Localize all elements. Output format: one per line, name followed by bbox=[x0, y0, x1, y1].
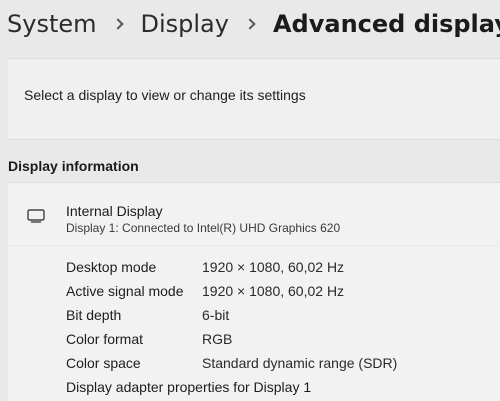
breadcrumb-display[interactable]: Display bbox=[141, 10, 229, 38]
display-adapter-properties-link[interactable]: Display adapter properties for Display 1 bbox=[66, 379, 311, 395]
detail-value: RGB bbox=[202, 331, 233, 347]
display-details-panel: Desktop mode 1920 × 1080, 60,02 Hz Activ… bbox=[8, 246, 500, 401]
detail-key: Desktop mode bbox=[66, 259, 157, 275]
display-connection-info: Display 1: Connected to Intel(R) UHD Gra… bbox=[66, 221, 341, 235]
display-info-card: Internal Display Display 1: Connected to… bbox=[8, 182, 500, 245]
chevron-right-icon bbox=[243, 16, 259, 32]
display-name: Internal Display bbox=[66, 203, 163, 219]
detail-value: 6-bit bbox=[202, 307, 230, 323]
select-display-card: Select a display to view or change its s… bbox=[8, 58, 500, 140]
detail-key: Color space bbox=[66, 355, 141, 371]
detail-value: 1920 × 1080, 60,02 Hz bbox=[202, 259, 345, 275]
detail-key: Bit depth bbox=[66, 307, 122, 323]
display-information-heading: Display information bbox=[8, 158, 139, 174]
detail-key: Color format bbox=[66, 331, 144, 347]
detail-value: Standard dynamic range (SDR) bbox=[202, 355, 398, 371]
breadcrumb: System Display Advanced display bbox=[7, 4, 500, 44]
breadcrumb-system[interactable]: System bbox=[7, 10, 97, 38]
chevron-right-icon bbox=[111, 16, 127, 32]
detail-value: 1920 × 1080, 60,02 Hz bbox=[202, 283, 345, 299]
select-display-label: Select a display to view or change its s… bbox=[24, 87, 306, 103]
page-title: Advanced display bbox=[272, 10, 500, 38]
detail-key: Active signal mode bbox=[66, 283, 184, 299]
monitor-icon bbox=[27, 209, 45, 223]
